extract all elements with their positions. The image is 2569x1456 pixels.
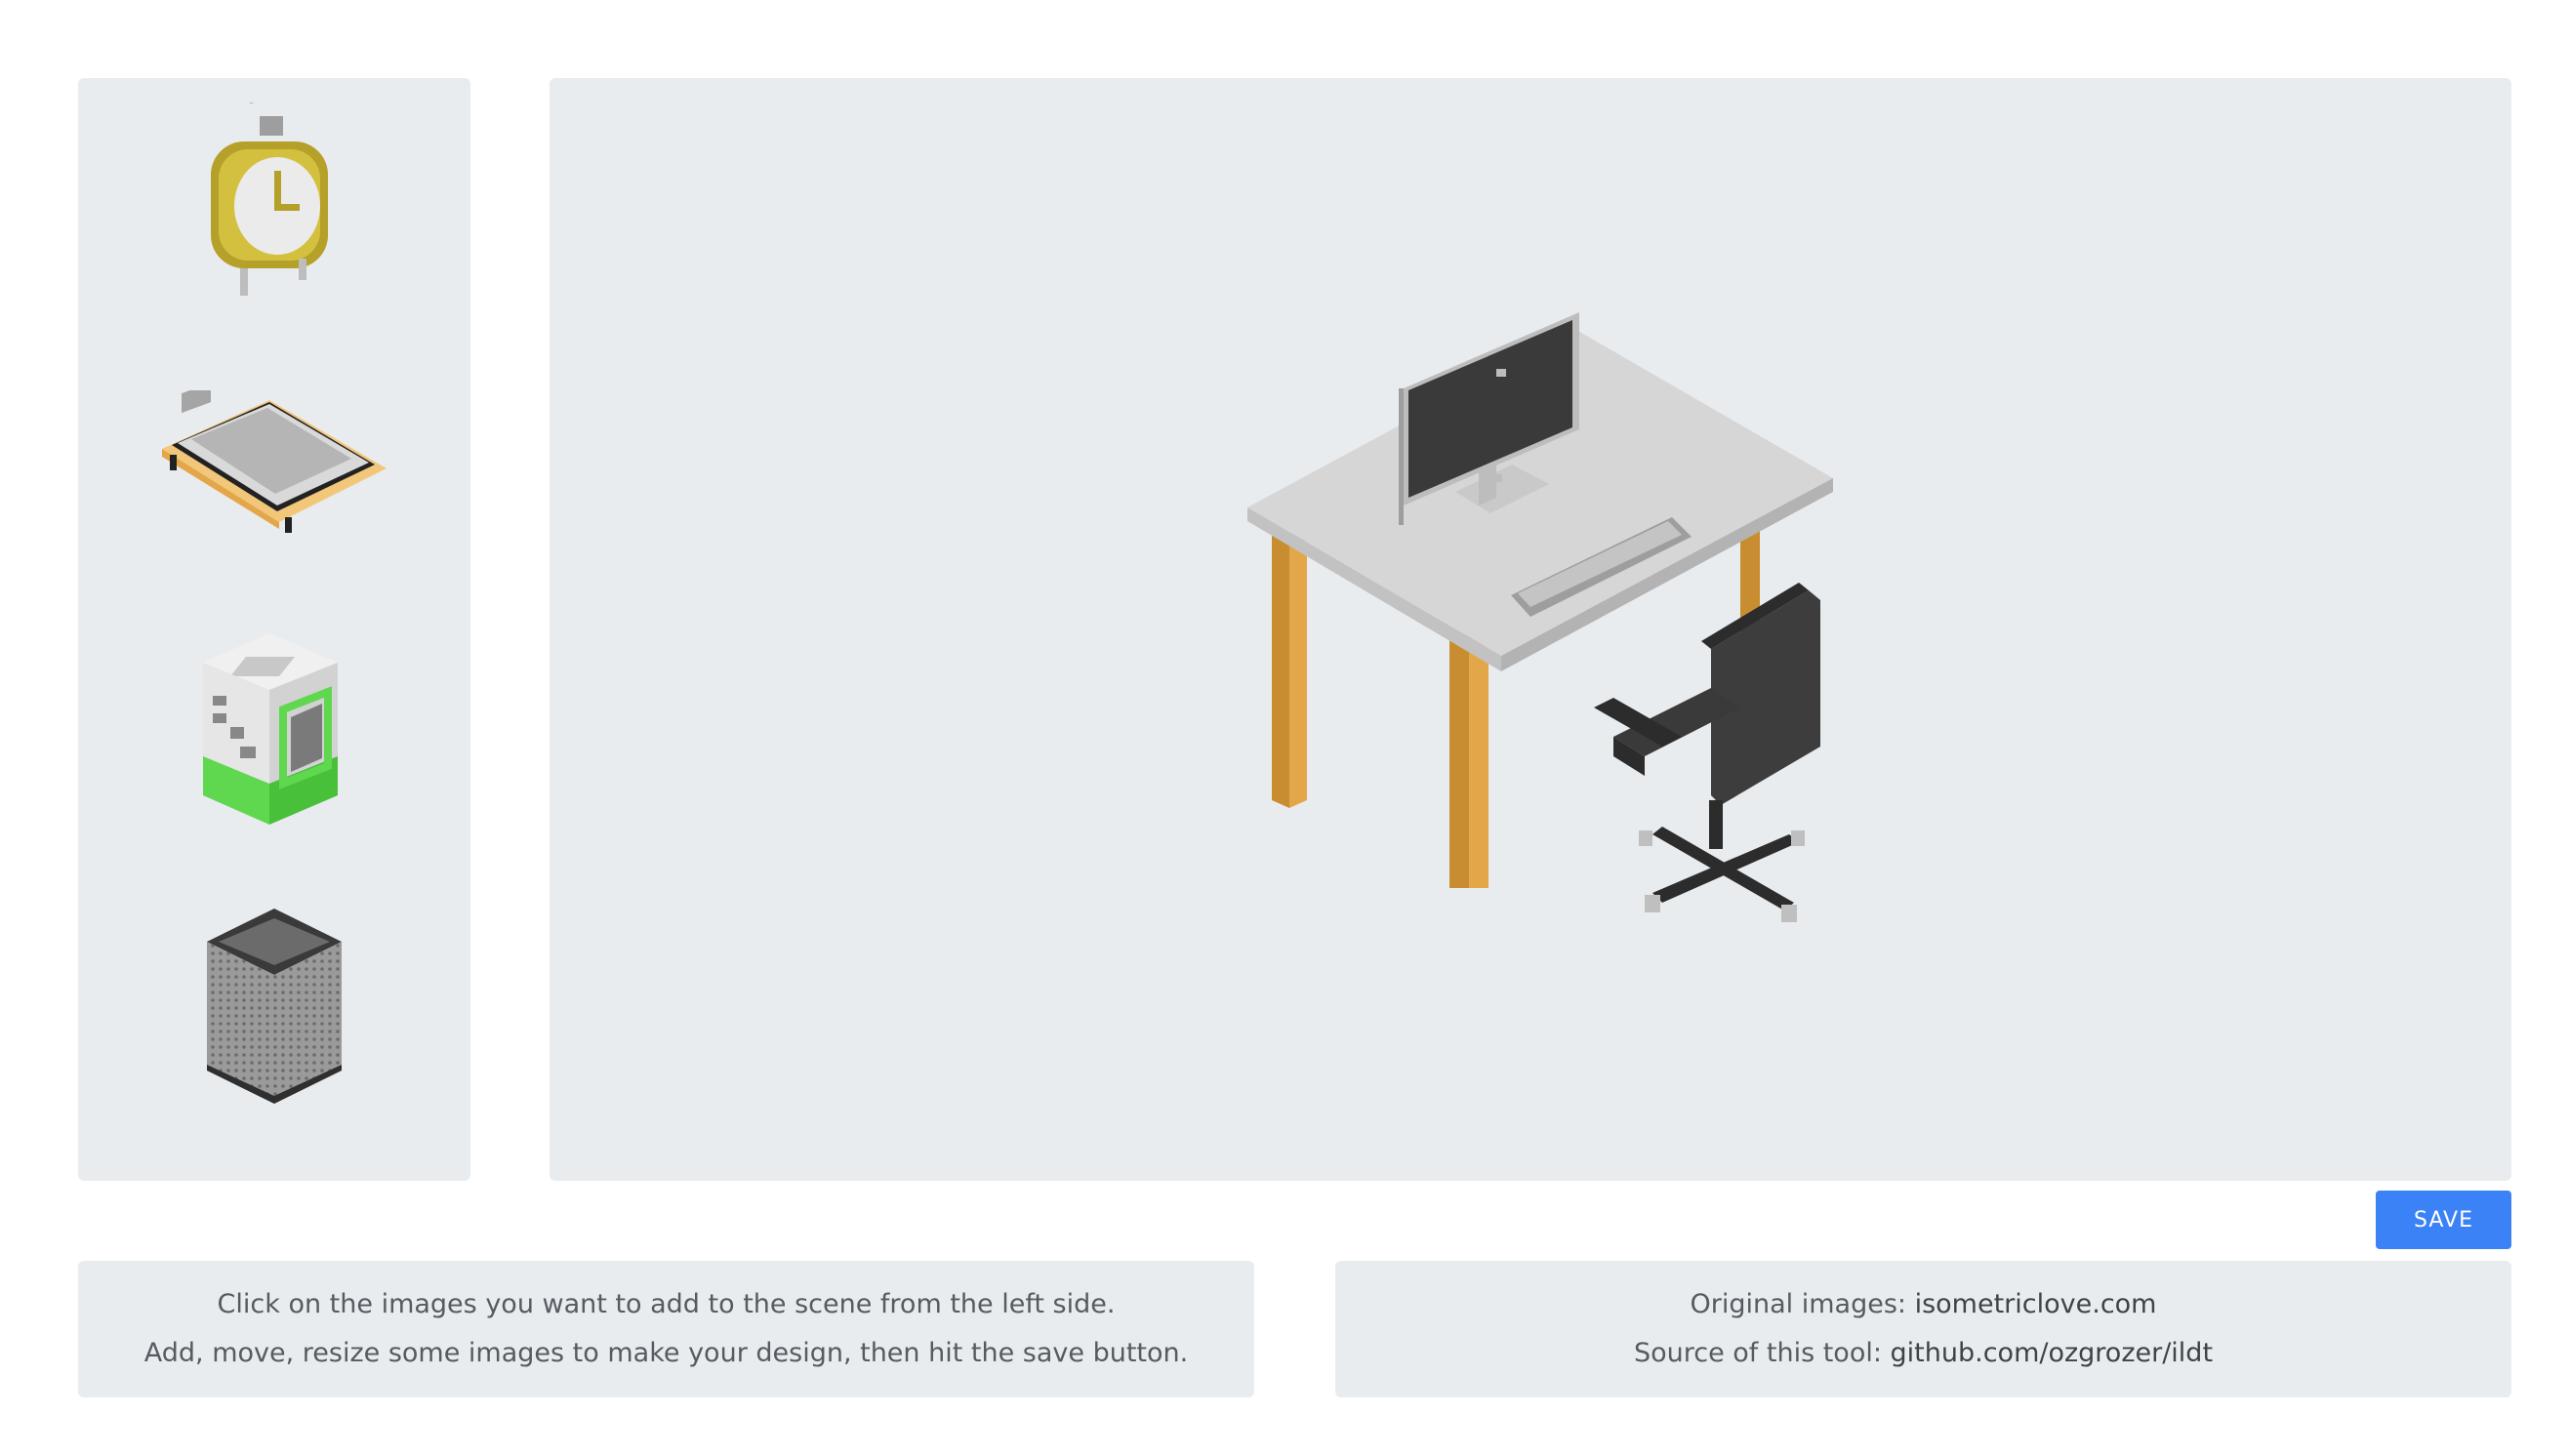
- save-button[interactable]: SAVE: [2376, 1191, 2511, 1249]
- design-canvas[interactable]: [550, 78, 2511, 1181]
- palette-item-keyboard-tray[interactable]: [78, 346, 470, 590]
- credits-original-link[interactable]: isometriclove.com: [1915, 1289, 2157, 1319]
- credits-original-line: Original images: isometriclove.com: [1691, 1280, 2157, 1329]
- image-palette-sidebar: [78, 78, 470, 1181]
- instructions-line-2: Add, move, resize some images to make yo…: [143, 1338, 1189, 1368]
- printer-cabinet-icon: [203, 633, 338, 825]
- instructions-panel: Click on the images you want to add to t…: [78, 1261, 1254, 1397]
- credits-source-prefix: Source of this tool:: [1633, 1338, 1891, 1368]
- alarm-clock-icon: [211, 102, 328, 296]
- credits-panel: Original images: isometriclove.com Sourc…: [1335, 1261, 2511, 1397]
- mesh-trash-bin-icon: [207, 909, 342, 1104]
- palette-item-printer-cabinet[interactable]: [78, 610, 470, 854]
- credits-source-link[interactable]: github.com/ozgrozer/ildt: [1891, 1338, 2214, 1368]
- palette-item-alarm-clock[interactable]: [78, 83, 470, 327]
- credits-original-prefix: Original images:: [1690, 1289, 1915, 1319]
- keyboard-on-tray-icon: [162, 390, 387, 533]
- credits-source-line: Source of this tool: github.com/ozgrozer…: [1634, 1329, 2213, 1378]
- instructions-line-1: Click on the images you want to add to t…: [217, 1289, 1116, 1319]
- office-chair-icon[interactable]: [1594, 581, 1838, 932]
- palette-item-trash-bin[interactable]: [78, 883, 470, 1127]
